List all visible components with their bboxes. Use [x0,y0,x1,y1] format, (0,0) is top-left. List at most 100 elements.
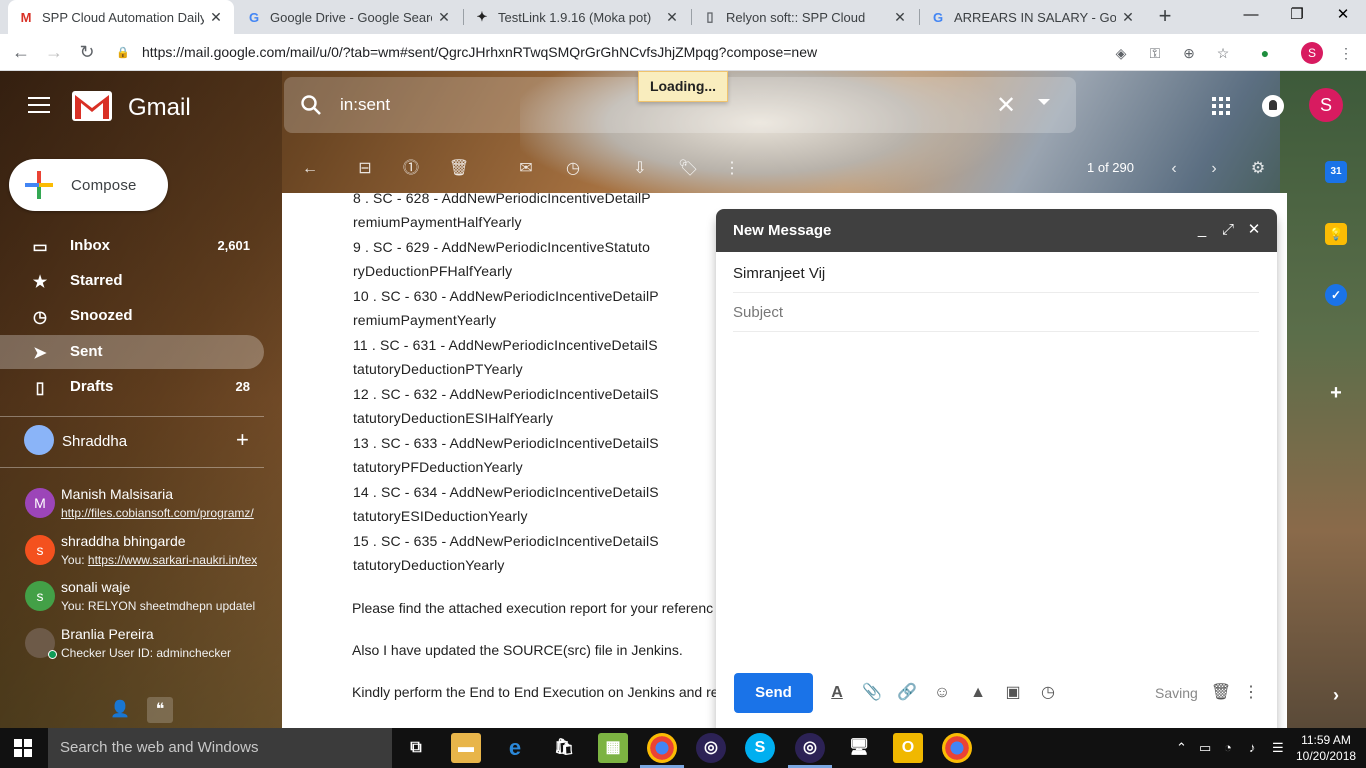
eclipse-icon[interactable]: ◎ [795,733,825,763]
windows-start-icon[interactable] [14,739,32,757]
chrome-icon[interactable] [942,733,972,763]
formatting-icon[interactable]: A [825,681,849,705]
google-apps-icon[interactable] [1212,97,1230,115]
contact-item[interactable]: Branlia Pereira Checker User ID: adminch… [0,622,264,668]
tasks-icon[interactable]: ✓ [1325,284,1347,306]
key-icon[interactable]: ⚿ [1145,43,1165,63]
confidential-mode-icon[interactable]: ◷ [1036,681,1060,705]
nav-starred[interactable]: ★ Starred [0,264,264,298]
show-hidden-icons-icon[interactable]: ⌃ [1176,740,1187,756]
nav-sent[interactable]: ➤ Sent [0,335,264,369]
compose-header[interactable]: New Message _ ⤢ ✕ [716,209,1277,252]
mark-unread-icon[interactable]: ✉ [514,157,538,181]
browser-tab-google-drive[interactable]: G Google Drive - Google Search ✕ [236,0,462,34]
search-options-icon[interactable] [1038,99,1050,105]
fullscreen-icon[interactable]: ⤢ [1218,220,1238,240]
taskbar-clock[interactable]: 11:59 AM 10/20/2018 [1296,732,1356,764]
snooze-icon[interactable]: ◷ [561,157,585,181]
extension-green-icon[interactable]: ● [1255,43,1275,63]
discard-draft-icon[interactable]: 🗑 [1209,681,1233,705]
restore-window-button[interactable]: ❐ [1274,0,1320,32]
delete-icon[interactable]: 🗑 [447,157,471,181]
more-options-icon[interactable]: ⋮ [1239,681,1263,705]
close-tab-icon[interactable]: ✕ [208,9,224,26]
close-tab-icon[interactable]: ✕ [436,9,452,26]
task-view-icon[interactable]: ⧉ [401,733,431,763]
volume-icon[interactable]: ♪ [1249,740,1256,755]
hangouts-icon[interactable]: ❝ [147,697,173,723]
subject-field[interactable]: Subject [733,304,783,321]
eclipse-icon[interactable]: ◎ [696,733,726,763]
contact-link[interactable]: https://www.sarkari-naukri.in/tex [88,553,257,567]
move-to-icon[interactable]: ⇩ [628,157,652,181]
report-spam-icon[interactable]: ⓵ [399,157,423,181]
outlook-icon[interactable]: O [893,733,923,763]
back-icon[interactable]: ← [8,39,34,65]
battery-icon[interactable]: ▭ [1199,740,1211,756]
more-icon[interactable]: ⋮ [720,157,744,181]
send-button[interactable]: Send [734,673,813,713]
browser-tab-relyon[interactable]: ▯ Relyon soft:: SPP Cloud ✕ [692,0,918,34]
person-icon[interactable]: 👤 [107,697,133,723]
taskbar-search-input[interactable]: Search the web and Windows [48,728,392,768]
link-icon[interactable]: 🔗 [895,681,919,705]
browser-tab-arrears[interactable]: G ARREARS IN SALARY - Google ✕ [920,0,1146,34]
attach-icon[interactable]: 📎 [860,681,884,705]
insert-photo-icon[interactable]: ▣ [1001,681,1025,705]
new-tab-button[interactable]: + [1152,4,1178,30]
notifications-icon[interactable] [1262,95,1284,117]
emoji-icon[interactable]: ☺ [930,681,954,705]
add-contact-icon[interactable]: + [236,427,249,453]
archive-icon[interactable]: ⊟ [353,157,377,181]
contact-item[interactable]: M Manish Malsisaria http://files.cobians… [0,482,264,528]
browser-tab-gmail[interactable]: M SPP Cloud Automation Daily St ✕ [8,0,234,34]
newer-icon[interactable]: ‹ [1162,157,1186,181]
minimize-icon[interactable]: _ [1192,220,1212,240]
edge-icon[interactable]: e [500,733,530,763]
search-icon[interactable] [300,94,322,116]
contact-link[interactable]: http://files.cobiansoft.com/programz/ [61,506,254,520]
remote-desktop-icon[interactable]: 🖥 [844,733,874,763]
close-tab-icon[interactable]: ✕ [892,9,908,26]
settings-gear-icon[interactable]: ⚙ [1246,157,1270,181]
skype-icon[interactable]: S [745,733,775,763]
profile-avatar[interactable]: S [1301,42,1323,64]
wifi-icon[interactable]: ◔ [1224,740,1232,755]
extension-icon[interactable]: ◈ [1111,43,1131,63]
close-window-button[interactable]: ✕ [1320,0,1366,32]
nav-snoozed[interactable]: ◷ Snoozed [0,299,264,333]
contact-item[interactable]: s shraddha bhingarde You: https://www.sa… [0,529,264,575]
older-icon[interactable]: › [1202,157,1226,181]
keep-icon[interactable]: 💡 [1325,223,1347,245]
back-to-sent-icon[interactable]: ← [298,157,322,181]
search-input[interactable]: in:sent [340,95,390,115]
forward-icon[interactable]: → [41,39,67,65]
close-icon[interactable]: ✕ [1244,220,1264,240]
excel-chart-icon[interactable]: ▦ [598,733,628,763]
minimize-window-button[interactable]: — [1228,0,1274,32]
compose-button[interactable]: Compose [9,159,168,211]
close-tab-icon[interactable]: ✕ [664,9,680,26]
contact-item[interactable]: s sonali waje You: RELYON sheetmdhepn up… [0,575,264,621]
reload-icon[interactable]: ↻ [74,39,100,65]
chrome-icon[interactable] [647,733,677,763]
recipient-field[interactable]: Simranjeet Vij [733,265,825,282]
zoom-icon[interactable]: ⊕ [1179,43,1199,63]
browser-tab-testlink[interactable]: ✦ TestLink 1.9.16 (Moka pot) ✕ [464,0,690,34]
add-on-plus-icon[interactable]: + [1325,382,1347,404]
file-explorer-icon[interactable]: ▬ [451,733,481,763]
label-icon[interactable]: 🏷 [676,157,700,181]
calendar-icon[interactable]: 31 [1325,161,1347,183]
menu-dots-icon[interactable]: ⋮ [1336,43,1356,63]
store-icon[interactable]: 🛍 [549,733,579,763]
hangouts-user[interactable]: Shraddha + [24,425,264,457]
close-tab-icon[interactable]: ✕ [1120,9,1136,26]
expand-panel-icon[interactable]: › [1325,684,1347,706]
bookmark-star-icon[interactable]: ☆ [1213,43,1233,63]
main-menu-icon[interactable] [28,97,50,118]
action-center-icon[interactable]: ☰ [1272,740,1284,756]
clear-search-icon[interactable]: ✕ [996,91,1016,120]
drive-icon[interactable]: ▲ [966,681,990,705]
nav-inbox[interactable]: ▭ Inbox 2,601 [0,229,264,263]
nav-drafts[interactable]: ▯ Drafts 28 [0,370,264,404]
